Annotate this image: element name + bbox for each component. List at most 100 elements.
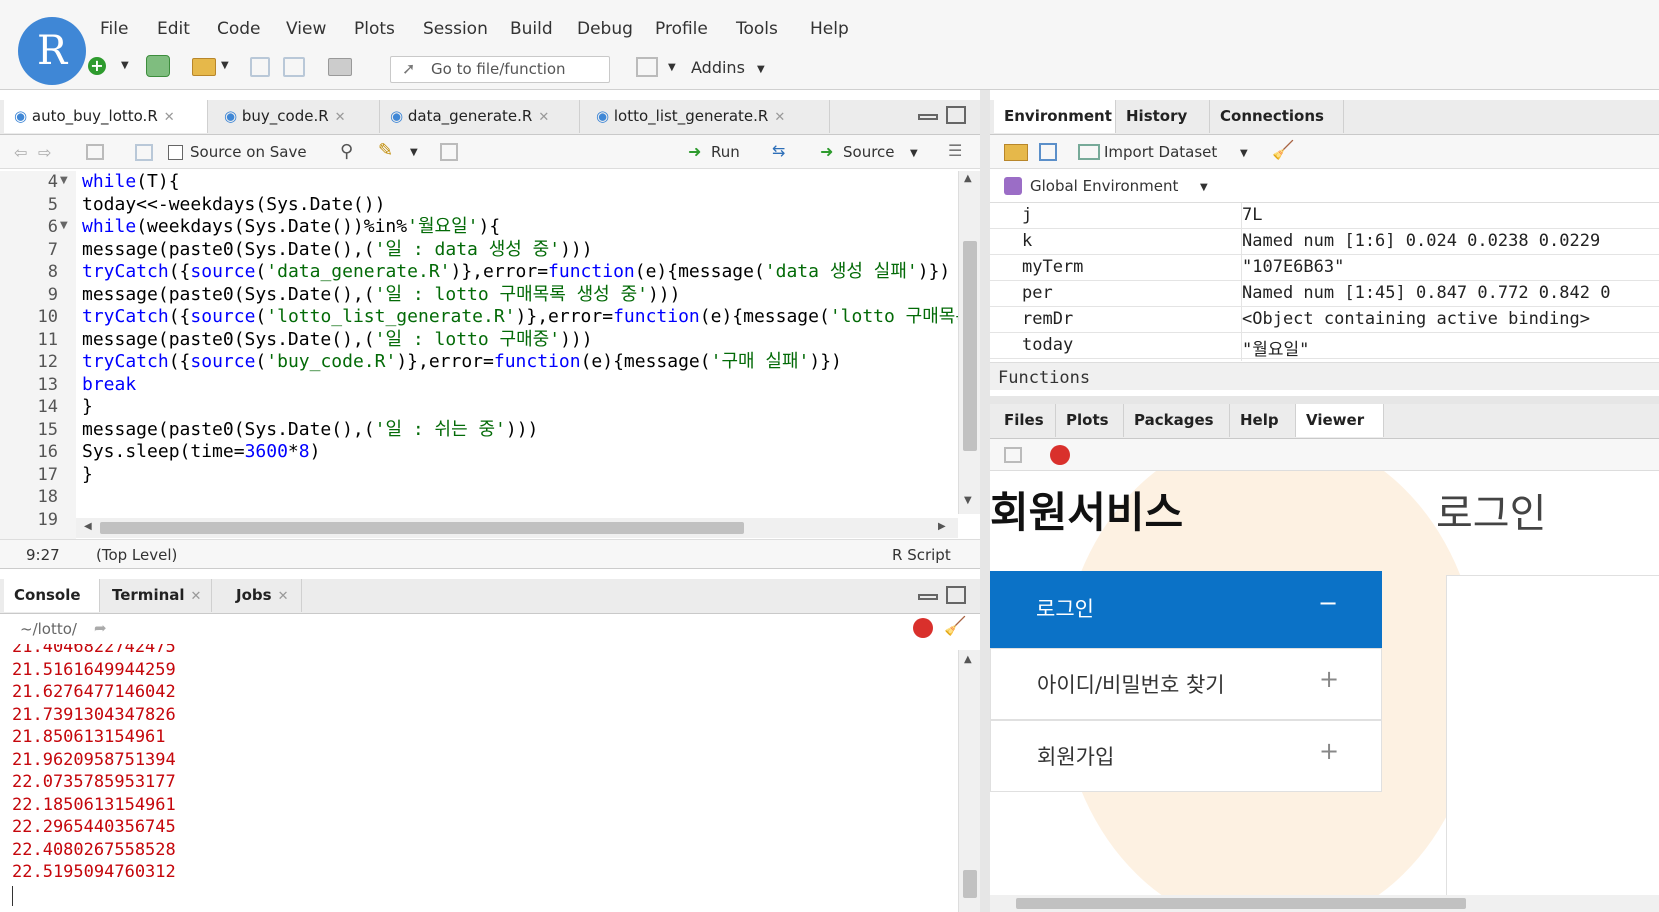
environment-selector[interactable]: Global Environment: [1030, 177, 1178, 195]
menu-edit[interactable]: Edit: [157, 19, 190, 39]
close-icon[interactable]: ✕: [774, 110, 785, 125]
scroll-thumb[interactable]: [963, 870, 977, 898]
outline-icon[interactable]: [440, 143, 458, 161]
menu-debug[interactable]: Debug: [577, 19, 633, 39]
tab-help[interactable]: Help: [1230, 404, 1296, 437]
print-icon[interactable]: [328, 58, 352, 76]
close-icon[interactable]: ✕: [335, 110, 346, 125]
tab-jobs[interactable]: Jobs ✕: [226, 579, 302, 612]
tab-data-generate[interactable]: ◉ data_generate.R ✕: [380, 100, 580, 133]
nav-item-find-account[interactable]: 아이디/비밀번호 찾기 +: [990, 648, 1382, 720]
tab-viewer[interactable]: Viewer: [1296, 404, 1384, 437]
close-icon[interactable]: ✕: [164, 110, 175, 125]
tab-environment[interactable]: Environment: [994, 100, 1116, 133]
tab-console[interactable]: Console: [4, 579, 100, 612]
grid-layout-icon[interactable]: [636, 57, 658, 77]
filetype-selector[interactable]: R Script: [892, 546, 951, 564]
scroll-down-icon[interactable]: ▼: [964, 495, 972, 506]
go-to-file-input[interactable]: Go to file/function: [390, 56, 610, 83]
chevron-down-icon[interactable]: ▼: [410, 147, 418, 158]
chevron-down-icon[interactable]: ▼: [1200, 182, 1208, 193]
scroll-thumb[interactable]: [1016, 898, 1466, 909]
save-all-icon[interactable]: [283, 57, 305, 77]
table-row[interactable]: j 7L: [990, 203, 1659, 229]
magic-wand-icon[interactable]: ✎: [378, 140, 393, 161]
run-button[interactable]: Run: [711, 143, 740, 161]
tab-packages[interactable]: Packages: [1124, 404, 1230, 437]
menu-tools[interactable]: Tools: [736, 19, 778, 39]
editor-vscrollbar[interactable]: ▲ ▼: [958, 171, 980, 514]
tab-buy-code[interactable]: ◉ buy_code.R ✕: [214, 100, 380, 133]
menu-session[interactable]: Session: [423, 19, 488, 39]
source-button[interactable]: Source: [843, 143, 895, 161]
console-vscrollbar[interactable]: ▲: [958, 650, 980, 912]
pane-splitter[interactable]: [990, 396, 1659, 404]
new-project-icon[interactable]: [146, 55, 170, 77]
tab-connections[interactable]: Connections: [1210, 100, 1344, 133]
scroll-left-icon[interactable]: ◀: [84, 521, 92, 532]
pane-splitter[interactable]: [980, 90, 990, 912]
minimize-icon[interactable]: [918, 114, 938, 120]
scroll-up-icon[interactable]: ▲: [964, 173, 972, 184]
tab-plots[interactable]: Plots: [1056, 404, 1124, 437]
chevron-down-icon[interactable]: ▼: [121, 60, 129, 71]
table-row[interactable]: per Named num [1:45] 0.847 0.772 0.842 0: [990, 281, 1659, 307]
addins-button[interactable]: Addins: [691, 58, 745, 77]
menu-profile[interactable]: Profile: [655, 19, 708, 39]
stop-icon[interactable]: [1050, 445, 1070, 465]
menu-help[interactable]: Help: [810, 19, 849, 39]
table-row[interactable]: k Named num [1:6] 0.024 0.0238 0.0229: [990, 229, 1659, 255]
tab-terminal[interactable]: Terminal ✕: [102, 579, 212, 612]
console-output[interactable]: 21.4046822742475 21.5161649944259 21.627…: [0, 644, 958, 912]
new-file-icon[interactable]: +: [88, 57, 106, 75]
scroll-thumb[interactable]: [963, 241, 977, 451]
forward-arrow-icon[interactable]: ⇨: [38, 143, 51, 162]
scroll-up-icon[interactable]: ▲: [964, 654, 972, 665]
menu-lines-icon[interactable]: ☰: [948, 141, 962, 160]
chevron-down-icon[interactable]: ▼: [757, 64, 765, 75]
menu-file[interactable]: File: [100, 19, 128, 39]
close-icon[interactable]: ✕: [278, 589, 289, 604]
chevron-down-icon[interactable]: ▼: [221, 60, 229, 71]
nav-item-signup[interactable]: 회원가입 +: [990, 720, 1382, 792]
chevron-down-icon[interactable]: ▼: [668, 62, 676, 73]
search-icon[interactable]: ⚲: [340, 141, 353, 162]
go-to-dir-icon[interactable]: ➦: [94, 619, 107, 637]
chevron-down-icon[interactable]: ▼: [910, 148, 918, 159]
menu-plots[interactable]: Plots: [354, 19, 395, 39]
scroll-thumb[interactable]: [100, 522, 744, 534]
minimize-icon[interactable]: [918, 594, 938, 600]
nav-item-login[interactable]: 로그인 −: [990, 571, 1382, 648]
load-workspace-icon[interactable]: [1004, 144, 1028, 161]
maximize-icon[interactable]: [946, 106, 966, 124]
save-icon[interactable]: [250, 57, 270, 77]
clear-workspace-icon[interactable]: 🧹: [1272, 140, 1294, 161]
import-dataset-button[interactable]: Import Dataset: [1104, 143, 1217, 161]
back-arrow-icon[interactable]: ⇦: [14, 143, 27, 162]
show-in-window-icon[interactable]: [86, 144, 104, 160]
table-row[interactable]: today "월요일": [990, 333, 1659, 360]
table-row[interactable]: remDr <Object containing active binding>: [990, 307, 1659, 333]
menu-view[interactable]: View: [286, 19, 326, 39]
show-in-window-icon[interactable]: [1004, 447, 1022, 463]
clear-console-icon[interactable]: 🧹: [944, 616, 966, 637]
table-row[interactable]: myTerm "107E6B63": [990, 255, 1659, 281]
tab-files[interactable]: Files: [994, 404, 1056, 437]
open-file-icon[interactable]: [192, 58, 216, 76]
tab-history[interactable]: History: [1116, 100, 1210, 133]
viewer-hscrollbar[interactable]: [990, 895, 1659, 912]
menu-code[interactable]: Code: [217, 19, 261, 39]
editor-hscrollbar[interactable]: ◀ ▶: [76, 518, 958, 538]
tab-auto-buy-lotto[interactable]: ◉ auto_buy_lotto.R ✕: [4, 100, 208, 133]
save-icon[interactable]: [1039, 143, 1057, 161]
close-icon[interactable]: ✕: [191, 589, 202, 604]
scope-selector[interactable]: (Top Level): [96, 546, 177, 564]
chevron-down-icon[interactable]: ▼: [1240, 148, 1248, 159]
save-icon[interactable]: [135, 144, 153, 161]
tab-lotto-list-generate[interactable]: ◉ lotto_list_generate.R ✕: [586, 100, 830, 133]
rerun-icon[interactable]: ⇆: [772, 141, 785, 160]
close-icon[interactable]: ✕: [538, 110, 549, 125]
code-editor[interactable]: while(T){ today<<-weekdays(Sys.Date()) w…: [0, 171, 958, 521]
menu-build[interactable]: Build: [510, 19, 553, 39]
maximize-icon[interactable]: [946, 586, 966, 604]
